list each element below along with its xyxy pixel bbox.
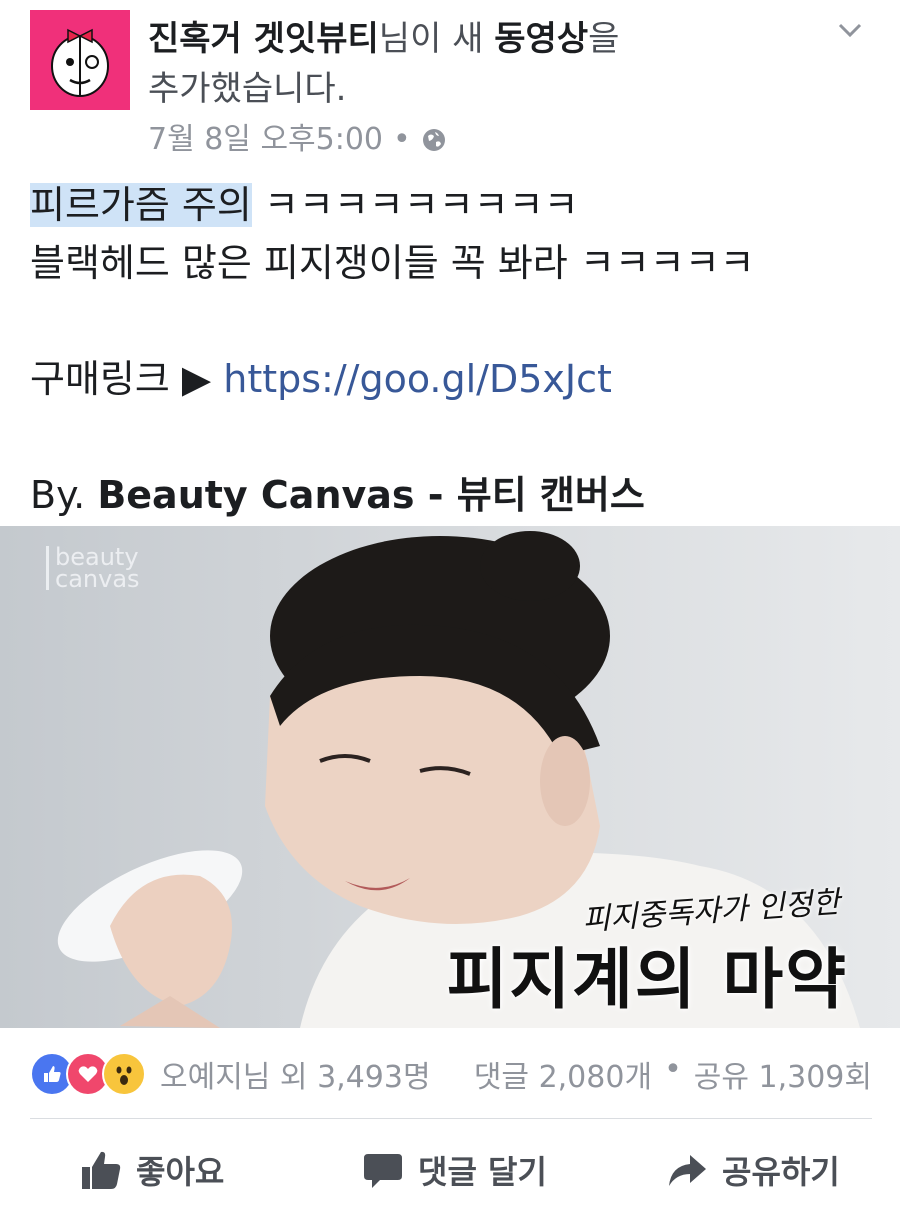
comment-icon xyxy=(364,1154,402,1188)
face-logo-icon xyxy=(51,28,109,97)
video-player[interactable]: beauty canvas 피지중독자가 인정한 피지계의 마약 xyxy=(0,526,900,1028)
wow-reaction-icon xyxy=(102,1052,146,1096)
by-prefix: By. xyxy=(30,473,98,517)
like-button[interactable]: 좋아요 xyxy=(80,1147,224,1193)
post-line-1: 피르가즘 주의 ㅋㅋㅋㅋㅋㅋㅋㅋㅋ xyxy=(30,176,880,234)
share-label: 공유하기 xyxy=(722,1153,840,1191)
post-line-1-rest: ㅋㅋㅋㅋㅋㅋㅋㅋㅋ xyxy=(251,183,579,227)
buy-link-line: 구매링크 ▶ https://goo.gl/D5xJct xyxy=(30,350,880,408)
meta-separator: • xyxy=(393,122,411,157)
reaction-count[interactable]: 오예지님 외 3,493명 xyxy=(160,1052,431,1096)
chevron-down-icon[interactable] xyxy=(836,16,864,44)
post-body: 피르가즘 주의 ㅋㅋㅋㅋㅋㅋㅋㅋㅋ 블랙헤드 많은 피지쟁이들 꼭 봐라 ㅋㅋㅋ… xyxy=(30,176,880,524)
comment-button[interactable]: 댓글 달기 xyxy=(362,1147,547,1193)
globe-icon xyxy=(422,129,445,151)
like-label: 좋아요 xyxy=(136,1153,225,1191)
stats-separator: • xyxy=(664,1052,682,1087)
engagement-stats: 댓글 2,080개 • 공유 1,309회 xyxy=(474,1052,872,1096)
buy-link[interactable]: https://goo.gl/D5xJct xyxy=(223,357,612,401)
divider xyxy=(30,1118,872,1119)
post-header: 진혹거 겟잇뷰티님이 새 동영상을 추가했습니다. 7월 8일 오후5:00 • xyxy=(0,0,900,170)
header-text: 진혹거 겟잇뷰티님이 새 동영상을 추가했습니다. xyxy=(148,14,788,114)
page-name-link[interactable]: 진혹거 겟잇뷰티 xyxy=(148,19,379,59)
by-line: By. Beauty Canvas - 뷰티 캔버스 xyxy=(30,466,880,524)
reaction-icons xyxy=(30,1052,146,1096)
thumbs-up-icon xyxy=(82,1151,121,1189)
comment-label: 댓글 달기 xyxy=(418,1153,547,1191)
video-link[interactable]: 동영상 xyxy=(494,19,588,59)
reactions-bar[interactable]: 오예지님 외 3,493명 댓글 2,080개 • 공유 1,309회 xyxy=(30,1048,872,1100)
video-subtitle-big: 피지계의 마약 xyxy=(446,941,848,1018)
post-line-2: 블랙헤드 많은 피지쟁이들 꼭 봐라 ㅋㅋㅋㅋㅋ xyxy=(30,241,755,285)
header-text-mid: 님이 새 xyxy=(378,19,495,59)
action-bar: 좋아요 댓글 달기 공유하기 xyxy=(0,1130,900,1210)
header-text-end: 을 xyxy=(588,19,620,59)
comment-count[interactable]: 댓글 2,080개 xyxy=(474,1052,652,1096)
buy-label: 구매링크 ▶ xyxy=(30,357,212,401)
page-avatar[interactable] xyxy=(30,10,130,110)
share-button[interactable]: 공유하기 xyxy=(666,1147,840,1193)
watermark-line-2: canvas xyxy=(55,565,140,593)
highlighted-text: 피르가즘 주의 xyxy=(30,183,252,227)
share-arrow-icon xyxy=(669,1155,706,1186)
timestamp[interactable]: 7월 8일 오후5:00 xyxy=(148,120,383,160)
by-name: Beauty Canvas - 뷰티 캔버스 xyxy=(97,473,645,517)
header-text-line2: 추가했습니다. xyxy=(148,69,347,109)
post-meta: 7월 8일 오후5:00 • xyxy=(148,120,447,160)
share-count[interactable]: 공유 1,309회 xyxy=(694,1052,872,1096)
video-watermark: beauty canvas xyxy=(46,545,140,593)
